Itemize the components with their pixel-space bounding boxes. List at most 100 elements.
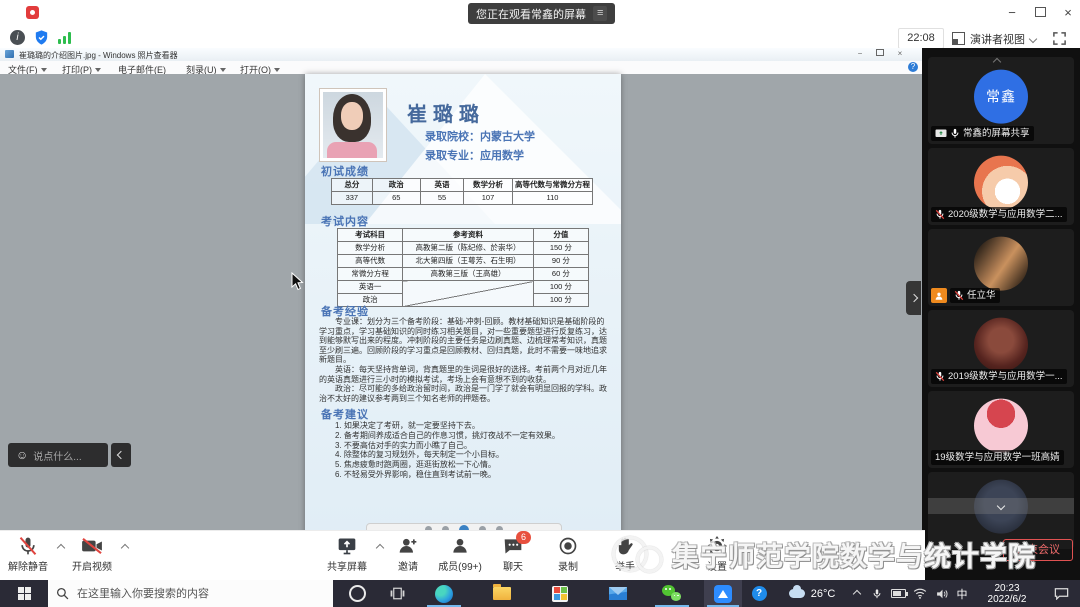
minimize-button[interactable]: − — [1002, 4, 1022, 22]
admission-school: 录取院校：内蒙古大学 — [425, 128, 535, 144]
participants-sidebar: 常鑫 常鑫的屏幕共享 2020级数学与应用数学二... — [922, 48, 1080, 580]
participant-label: 常鑫的屏幕共享 — [931, 126, 1034, 141]
taskbar-mail[interactable] — [598, 580, 638, 607]
menu-dropdown-icon — [41, 68, 47, 72]
merged-diagonal-cell — [403, 281, 534, 307]
pv-maximize-button[interactable] — [872, 49, 888, 58]
participant-tile-2020[interactable]: 2020级数学与应用数学二... — [928, 148, 1074, 225]
experience-paragraph: 专业课：划分为三个备考阶段：基础-冲刺-回顾。教材基础知识是基础阶段的学习重点，… — [319, 317, 609, 365]
members-button[interactable]: 成员(99+) — [431, 535, 489, 573]
tray-battery[interactable] — [888, 580, 908, 607]
taskbar-file-explorer[interactable] — [482, 580, 522, 607]
taskbar-clock[interactable]: 20:23 2022/6/2 — [976, 580, 1038, 607]
student-profile-document: 崔璐璐 录取院校：内蒙古大学 录取专业：应用数学 初试成绩 总分 政治 英语 数… — [305, 74, 621, 580]
tray-wifi[interactable] — [910, 580, 930, 607]
taskbar-search[interactable] — [48, 580, 333, 607]
speaker-icon — [936, 588, 949, 600]
cortana-button[interactable] — [338, 580, 376, 607]
video-options-chevron[interactable] — [121, 544, 129, 552]
cloud-icon — [789, 589, 805, 598]
raised-hand-icon — [617, 536, 634, 556]
suggestions-list: 1. 如果决定了考研，就一定要坚持下去。 2. 备考期间养成适合自己的作息习惯，… — [335, 421, 611, 480]
taskbar-weather[interactable]: 26°C — [782, 580, 842, 607]
chat-button[interactable]: 6 聊天 — [489, 535, 537, 573]
participant-tile-gaojing[interactable]: 19级数学与应用数学一班高婧 — [928, 391, 1074, 468]
participant-label: 19级数学与应用数学一班高婧 — [931, 450, 1064, 465]
participant-label: 任立华 — [950, 288, 1000, 303]
taskbar-meeting-app[interactable] — [704, 580, 742, 607]
avatar-rabbit-cartoon — [974, 155, 1028, 209]
participant-tile-changxin[interactable]: 常鑫 常鑫的屏幕共享 — [928, 57, 1074, 144]
network-signal-icon[interactable] — [58, 31, 74, 44]
exam-content-table: 考试科目 参考资料 分值 数学分析高教第二版（陈纪修、於崇华）150 分 高等代… — [337, 228, 589, 307]
scroll-down-band[interactable] — [928, 498, 1074, 514]
record-button[interactable]: 录制 — [544, 535, 592, 573]
meeting-app-icon — [26, 6, 39, 19]
tray-volume[interactable] — [932, 580, 952, 607]
section-title-suggestions: 备考建议 — [321, 406, 369, 422]
tray-mic[interactable] — [868, 580, 886, 607]
chevron-up-icon — [853, 589, 861, 597]
quick-chat-input[interactable]: ☺ 说点什么... — [8, 443, 108, 467]
participant-tile-renlihua[interactable]: 任立华 — [928, 229, 1074, 306]
initial-scores-table: 总分 政治 英语 数学分析 高等代数与常微分方程 337 65 55 107 1… — [331, 178, 593, 205]
taskbar-help[interactable]: ? — [744, 580, 774, 607]
avatar-photo — [974, 317, 1028, 371]
end-meeting-button[interactable]: 结束会议 — [1003, 539, 1073, 561]
close-button[interactable]: × — [1058, 4, 1078, 22]
emoji-icon[interactable]: ☺ — [16, 448, 28, 462]
pv-minimize-button[interactable]: − — [852, 49, 868, 58]
share-screen-button[interactable]: 共享屏幕 — [319, 535, 375, 573]
participant-tile-2019[interactable]: 2019级数学与应用数学一... — [928, 310, 1074, 387]
help-icon[interactable]: ? — [908, 62, 918, 72]
menu-dropdown-icon — [95, 68, 101, 72]
experience-paragraphs: 专业课：划分为三个备考阶段：基础-冲刺-回顾。教材基础知识是基础阶段的学习重点，… — [319, 317, 609, 403]
start-button[interactable] — [0, 580, 48, 607]
meeting-clock: 22:08 — [898, 28, 944, 49]
taskbar-wechat[interactable] — [652, 580, 692, 607]
invite-button[interactable]: 邀请 — [383, 535, 433, 573]
maximize-button[interactable] — [1030, 4, 1050, 22]
viewing-screen-banner[interactable]: 您正在观看常鑫的屏幕 ≡ — [468, 3, 615, 24]
search-icon — [56, 587, 69, 600]
security-shield-icon[interactable] — [33, 29, 50, 46]
ime-indicator[interactable]: 中 — [952, 580, 972, 607]
banner-menu-icon[interactable]: ≡ — [593, 6, 607, 21]
pv-close-button[interactable]: × — [892, 49, 908, 58]
clock-date: 2022/6/2 — [988, 594, 1027, 605]
wifi-icon — [913, 588, 927, 599]
sidebar-collapse-handle[interactable] — [906, 281, 921, 315]
view-mode-selector[interactable]: 演讲者视图 — [952, 28, 1036, 49]
unmute-button[interactable]: 解除静音 — [0, 535, 56, 573]
settings-button[interactable]: 设置 — [693, 535, 741, 573]
tray-expand-button[interactable] — [848, 580, 866, 607]
meeting-info-icon[interactable]: i — [10, 30, 25, 45]
start-video-button[interactable]: 开启视频 — [64, 535, 120, 573]
scroll-down-icon — [997, 502, 1005, 510]
chevron-right-icon — [909, 294, 917, 302]
section-title-exam: 考试内容 — [321, 213, 369, 229]
scroll-up-icon[interactable] — [993, 58, 1001, 66]
member-role-badge — [931, 288, 947, 303]
edge-icon — [435, 585, 453, 603]
action-center-button[interactable] — [1044, 580, 1078, 607]
clock-time: 20:23 — [988, 583, 1027, 594]
search-input[interactable] — [75, 587, 319, 601]
section-title-scores: 初试成绩 — [321, 163, 369, 179]
wechat-icon — [662, 585, 682, 602]
muted-mic-icon — [18, 536, 38, 556]
question-icon: ? — [752, 586, 767, 601]
photo-viewer-titlebar: 崔璐璐的介绍图片.jpg - Windows 照片查看器 − × — [0, 48, 922, 62]
store-icon — [552, 586, 568, 602]
battery-icon — [891, 589, 906, 598]
taskbar-store[interactable] — [540, 580, 580, 607]
task-view-button[interactable] — [378, 580, 416, 607]
screen-share-icon — [935, 129, 947, 139]
muted-mic-icon — [935, 209, 945, 220]
suggestion-item: 6. 不轻易受外界影响，稳住直到考试前一晚。 — [335, 470, 611, 480]
fullscreen-icon[interactable] — [1052, 31, 1067, 46]
taskbar-edge[interactable] — [424, 580, 464, 607]
raise-hand-button[interactable]: 举手 — [601, 535, 649, 573]
quick-chat-collapse-button[interactable] — [111, 443, 131, 467]
participant-tile-more[interactable] — [928, 472, 1074, 549]
